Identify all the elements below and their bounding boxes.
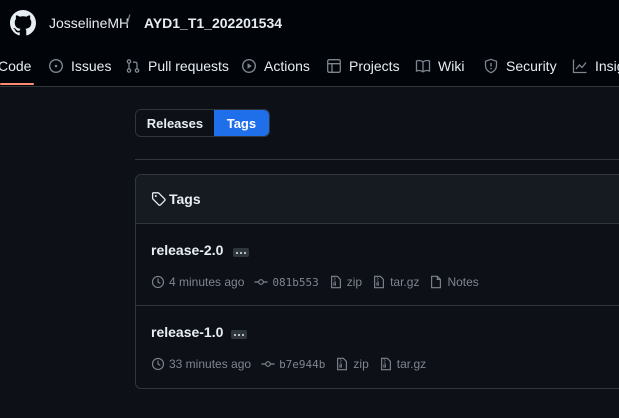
tags-box-title: Tags <box>169 191 201 207</box>
tab-actions[interactable]: Actions <box>241 56 310 76</box>
tab-wiki-label: Wiki <box>438 58 465 74</box>
tag-icon <box>151 192 166 206</box>
release-notes-link[interactable]: Notes <box>429 275 479 289</box>
file-icon <box>431 275 442 289</box>
tag-meta: 33 minutes ago b7e944b zip tar.gz <box>151 356 436 372</box>
releases-button[interactable]: Releases <box>136 110 214 136</box>
book-icon <box>415 59 431 73</box>
git-commit-icon <box>254 279 268 285</box>
commit-sha-link[interactable]: 081b553 <box>254 275 319 289</box>
tab-pull-requests[interactable]: Pull requests <box>125 56 229 76</box>
active-tab-underline <box>0 83 34 85</box>
tab-code[interactable]: Code <box>0 56 31 76</box>
tab-insights[interactable]: Insig <box>572 56 619 76</box>
file-zip-icon <box>330 275 341 289</box>
tags-button[interactable]: Tags <box>213 110 269 136</box>
tag-time: 4 minutes ago <box>151 275 244 289</box>
tag-row: release-1.0 33 minutes ago b7e944b zip t… <box>136 306 619 388</box>
file-zip-icon <box>374 275 385 289</box>
tab-wiki[interactable]: Wiki <box>415 56 464 76</box>
tab-issues[interactable]: Issues <box>48 56 111 76</box>
tab-insights-label: Insig <box>595 58 619 74</box>
file-zip-icon <box>337 357 348 371</box>
zip-download-link[interactable]: zip <box>335 357 369 371</box>
owner-link[interactable]: JosselineMH <box>49 14 129 32</box>
git-pull-request-icon <box>126 59 140 73</box>
tab-security[interactable]: Security <box>483 56 557 76</box>
repo-name-link[interactable]: AYD1_T1_202201534 <box>144 14 282 32</box>
repo-header: JosselineMH / AYD1_T1_202201534 Code Iss… <box>0 0 619 87</box>
shield-icon <box>484 58 498 74</box>
tab-pull-requests-label: Pull requests <box>148 58 229 74</box>
tags-box-header: Tags <box>136 175 619 224</box>
tag-name-link[interactable]: release-1.0 <box>151 324 223 340</box>
table-icon <box>327 59 341 73</box>
clock-icon <box>151 357 165 371</box>
tag-time: 33 minutes ago <box>151 357 251 371</box>
commit-sha-link[interactable]: b7e944b <box>261 357 325 371</box>
targz-download-link[interactable]: tar.gz <box>372 275 419 289</box>
tag-name-link[interactable]: release-2.0 <box>151 242 223 258</box>
tab-code-label: Code <box>0 58 32 74</box>
section-divider <box>135 159 619 160</box>
play-icon <box>241 58 257 74</box>
tags-list-box: Tags release-2.0 4 minutes ago 081b553 z… <box>135 174 619 389</box>
issue-opened-icon <box>48 58 64 74</box>
tab-projects-label: Projects <box>349 58 400 74</box>
clock-icon <box>151 275 165 289</box>
targz-download-link[interactable]: tar.gz <box>379 357 426 371</box>
tab-actions-label: Actions <box>264 58 310 74</box>
breadcrumb-separator: / <box>126 13 131 30</box>
git-commit-icon <box>261 361 275 367</box>
file-zip-icon <box>380 357 391 371</box>
tab-security-label: Security <box>506 58 557 74</box>
zip-download-link[interactable]: zip <box>329 275 362 289</box>
graph-icon <box>572 59 587 74</box>
releases-tags-toggle: Releases Tags <box>135 109 270 137</box>
expand-ellipsis-button[interactable] <box>233 248 249 257</box>
github-logo-icon[interactable] <box>10 10 36 36</box>
tag-row: release-2.0 4 minutes ago 081b553 zip ta… <box>136 224 619 306</box>
tab-issues-label: Issues <box>71 58 112 74</box>
expand-ellipsis-button[interactable] <box>231 330 247 339</box>
tab-projects[interactable]: Projects <box>326 56 400 76</box>
tag-meta: 4 minutes ago 081b553 zip tar.gz Notes <box>151 274 489 290</box>
